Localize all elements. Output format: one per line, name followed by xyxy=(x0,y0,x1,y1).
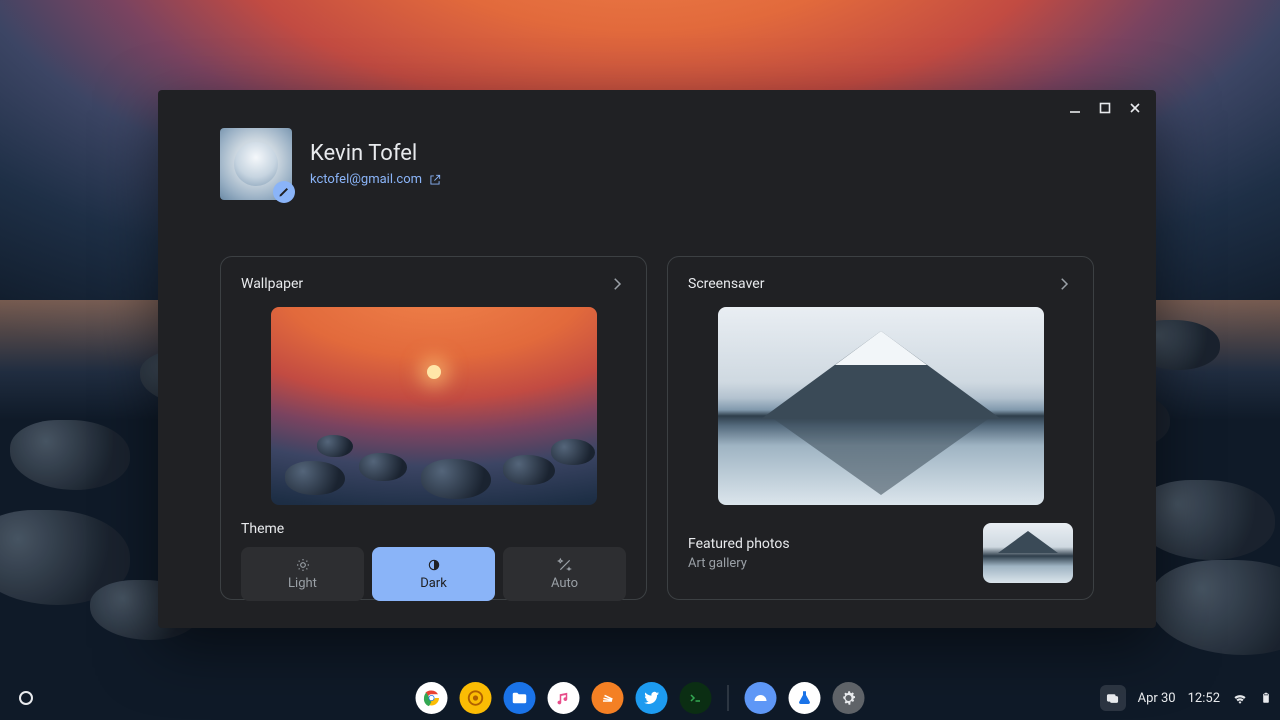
terminal-icon xyxy=(687,689,705,707)
profile-name: Kevin Tofel xyxy=(310,141,442,166)
profile-email-link[interactable]: kctofel@gmail.com xyxy=(310,172,442,187)
screensaver-title: Screensaver xyxy=(688,276,764,292)
chrome-icon xyxy=(423,689,441,707)
wallpaper-title: Wallpaper xyxy=(241,276,303,292)
shelf-apps xyxy=(416,682,865,714)
edit-avatar-button[interactable] xyxy=(273,181,295,203)
twitter-icon xyxy=(643,689,661,707)
theme-selector: Light Dark Auto xyxy=(241,547,626,601)
featured-subtitle: Art gallery xyxy=(688,556,790,571)
app-stackoverflow[interactable] xyxy=(592,682,624,714)
theme-auto-label: Auto xyxy=(551,576,578,591)
stack-icon xyxy=(599,689,617,707)
app-lab[interactable] xyxy=(789,682,821,714)
featured-thumbnail xyxy=(983,523,1073,583)
window-controls xyxy=(1060,96,1150,120)
launcher-button[interactable] xyxy=(6,678,46,718)
gear-icon xyxy=(840,689,858,707)
music-icon xyxy=(555,689,573,707)
status-area[interactable]: Apr 30 12:52 xyxy=(1100,685,1272,711)
launcher-icon xyxy=(19,691,33,705)
app-settings[interactable] xyxy=(833,682,865,714)
pencil-icon xyxy=(278,186,290,198)
minimize-button[interactable] xyxy=(1060,96,1090,120)
chevron-right-icon xyxy=(608,275,626,293)
app-music[interactable] xyxy=(548,682,580,714)
canary-icon xyxy=(467,689,485,707)
sun-icon xyxy=(295,557,311,573)
personalization-window: Kevin Tofel kctofel@gmail.com Wallpaper xyxy=(158,90,1156,628)
wallpaper-preview[interactable] xyxy=(271,307,597,505)
close-button[interactable] xyxy=(1120,96,1150,120)
dome-icon xyxy=(752,689,770,707)
shelf: Apr 30 12:52 xyxy=(0,676,1280,720)
status-time: 12:52 xyxy=(1188,691,1220,706)
wallpaper-open-button[interactable] xyxy=(608,275,626,293)
app-twitter[interactable] xyxy=(636,682,668,714)
screensaver-card: Screensaver Featured photos Art gallery xyxy=(667,256,1094,600)
contrast-icon xyxy=(426,557,442,573)
avatar[interactable] xyxy=(220,128,292,200)
overview-icon xyxy=(1105,691,1120,706)
screensaver-open-button[interactable] xyxy=(1055,275,1073,293)
theme-light-button[interactable]: Light xyxy=(241,547,364,601)
wallpaper-card: Wallpaper Theme Light xyxy=(220,256,647,600)
theme-dark-button[interactable]: Dark xyxy=(372,547,495,601)
status-date: Apr 30 xyxy=(1138,691,1176,706)
battery-icon xyxy=(1260,689,1272,707)
folder-icon xyxy=(511,689,529,707)
maximize-button[interactable] xyxy=(1090,96,1120,120)
overview-button[interactable] xyxy=(1100,685,1126,711)
chevron-right-icon xyxy=(1055,275,1073,293)
theme-light-label: Light xyxy=(288,576,317,591)
app-canary[interactable] xyxy=(460,682,492,714)
featured-row[interactable]: Featured photos Art gallery xyxy=(688,523,1073,583)
theme-dark-label: Dark xyxy=(420,576,447,591)
open-external-icon xyxy=(428,173,442,187)
flask-icon xyxy=(796,689,814,707)
profile-email-text: kctofel@gmail.com xyxy=(310,172,422,187)
featured-title: Featured photos xyxy=(688,536,790,552)
wand-icon xyxy=(557,557,573,573)
app-files[interactable] xyxy=(504,682,536,714)
theme-label: Theme xyxy=(241,521,626,537)
wifi-icon xyxy=(1232,690,1248,706)
app-jamboard[interactable] xyxy=(745,682,777,714)
app-chrome[interactable] xyxy=(416,682,448,714)
theme-auto-button[interactable]: Auto xyxy=(503,547,626,601)
shelf-separator xyxy=(728,685,729,711)
screensaver-preview[interactable] xyxy=(718,307,1044,505)
profile-header: Kevin Tofel kctofel@gmail.com xyxy=(220,128,442,200)
app-terminal[interactable] xyxy=(680,682,712,714)
